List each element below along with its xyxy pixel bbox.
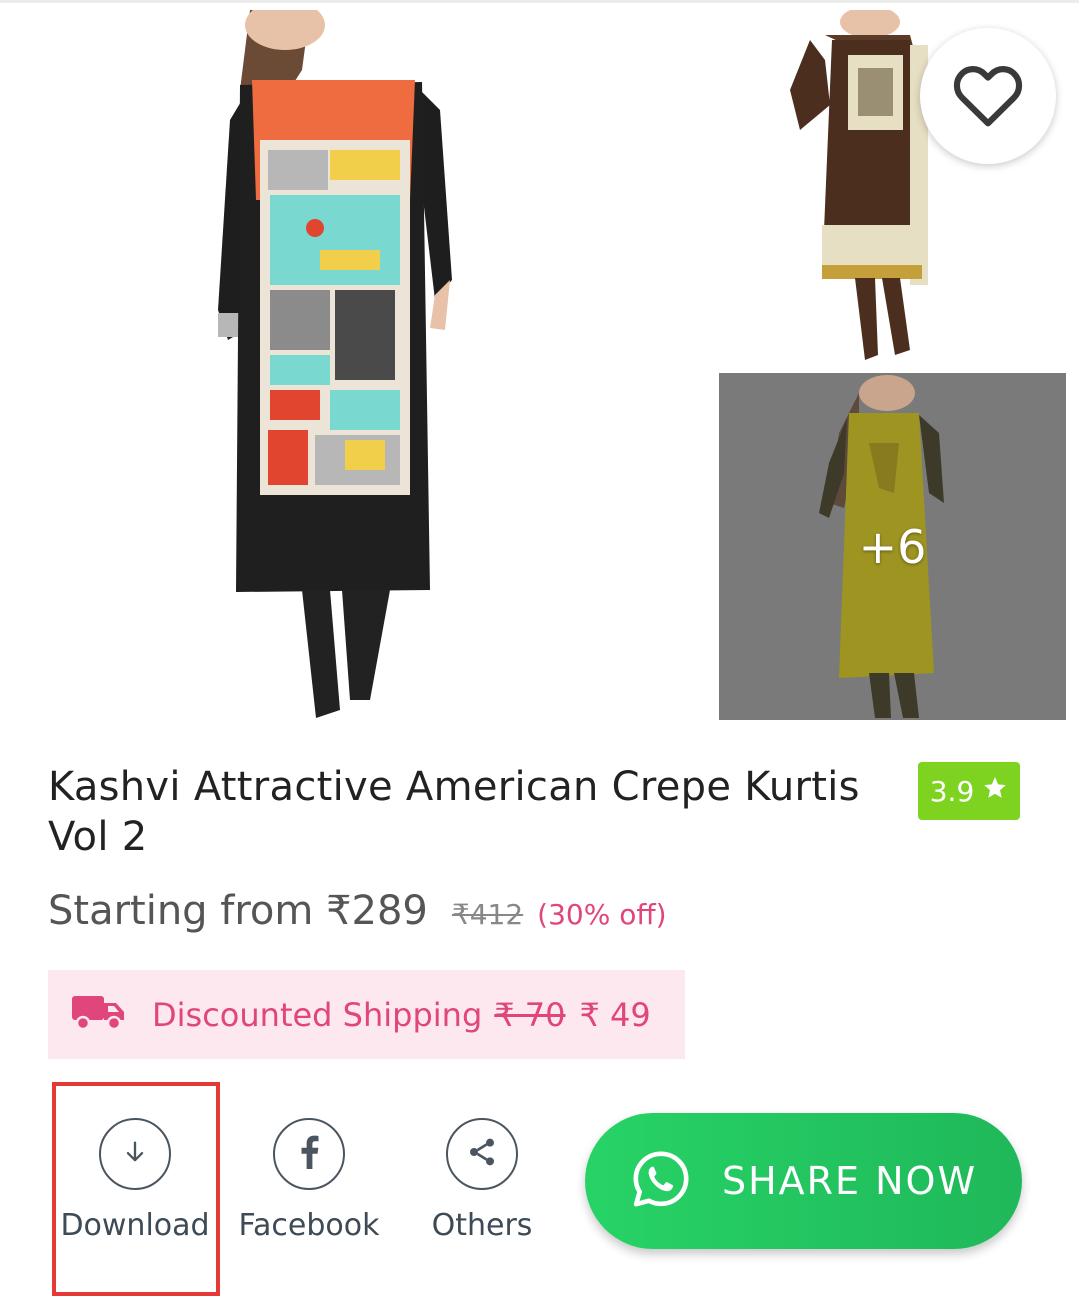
facebook-circle[interactable]	[273, 1118, 345, 1190]
shipping-text: Discounted Shipping ₹ 70 ₹ 49	[152, 996, 651, 1034]
share-icon	[466, 1136, 498, 1173]
facebook-icon	[298, 1135, 320, 1174]
star-icon	[982, 775, 1008, 808]
product-thumbnail-more[interactable]: +6	[719, 373, 1066, 720]
whatsapp-icon	[630, 1148, 692, 1215]
price-row: Starting from ₹289 ₹412 (30% off)	[48, 888, 667, 944]
starting-price: Starting from ₹289	[48, 888, 428, 934]
download-highlight-box	[52, 1082, 220, 1296]
product-main-image[interactable]	[190, 0, 490, 722]
shipping-banner: Discounted Shipping ₹ 70 ₹ 49	[48, 970, 685, 1059]
top-divider	[0, 0, 1079, 3]
others-label: Others	[431, 1208, 533, 1243]
discount-percent: (30% off)	[537, 898, 667, 931]
others-circle[interactable]	[446, 1118, 518, 1190]
shipping-old-price: ₹ 70	[494, 995, 566, 1034]
facebook-share-button[interactable]: Facebook	[224, 1118, 394, 1248]
original-price: ₹412	[451, 898, 524, 931]
facebook-label: Facebook	[238, 1208, 380, 1243]
product-title: Kashvi Attractive American Crepe Kurtis …	[48, 764, 860, 860]
shipping-new-price: ₹ 49	[579, 995, 651, 1034]
shipping-label: Discounted Shipping	[152, 995, 483, 1034]
more-images-count: +6	[858, 519, 927, 574]
share-now-label: SHARE NOW	[721, 1159, 978, 1203]
truck-icon	[72, 992, 126, 1037]
rating-value: 3.9	[929, 774, 975, 808]
others-share-button[interactable]: Others	[397, 1118, 567, 1248]
heart-outline-icon	[950, 60, 1026, 133]
wishlist-button[interactable]	[920, 28, 1056, 164]
share-now-button[interactable]: SHARE NOW	[585, 1113, 1022, 1249]
rating-badge: 3.9	[918, 762, 1020, 820]
